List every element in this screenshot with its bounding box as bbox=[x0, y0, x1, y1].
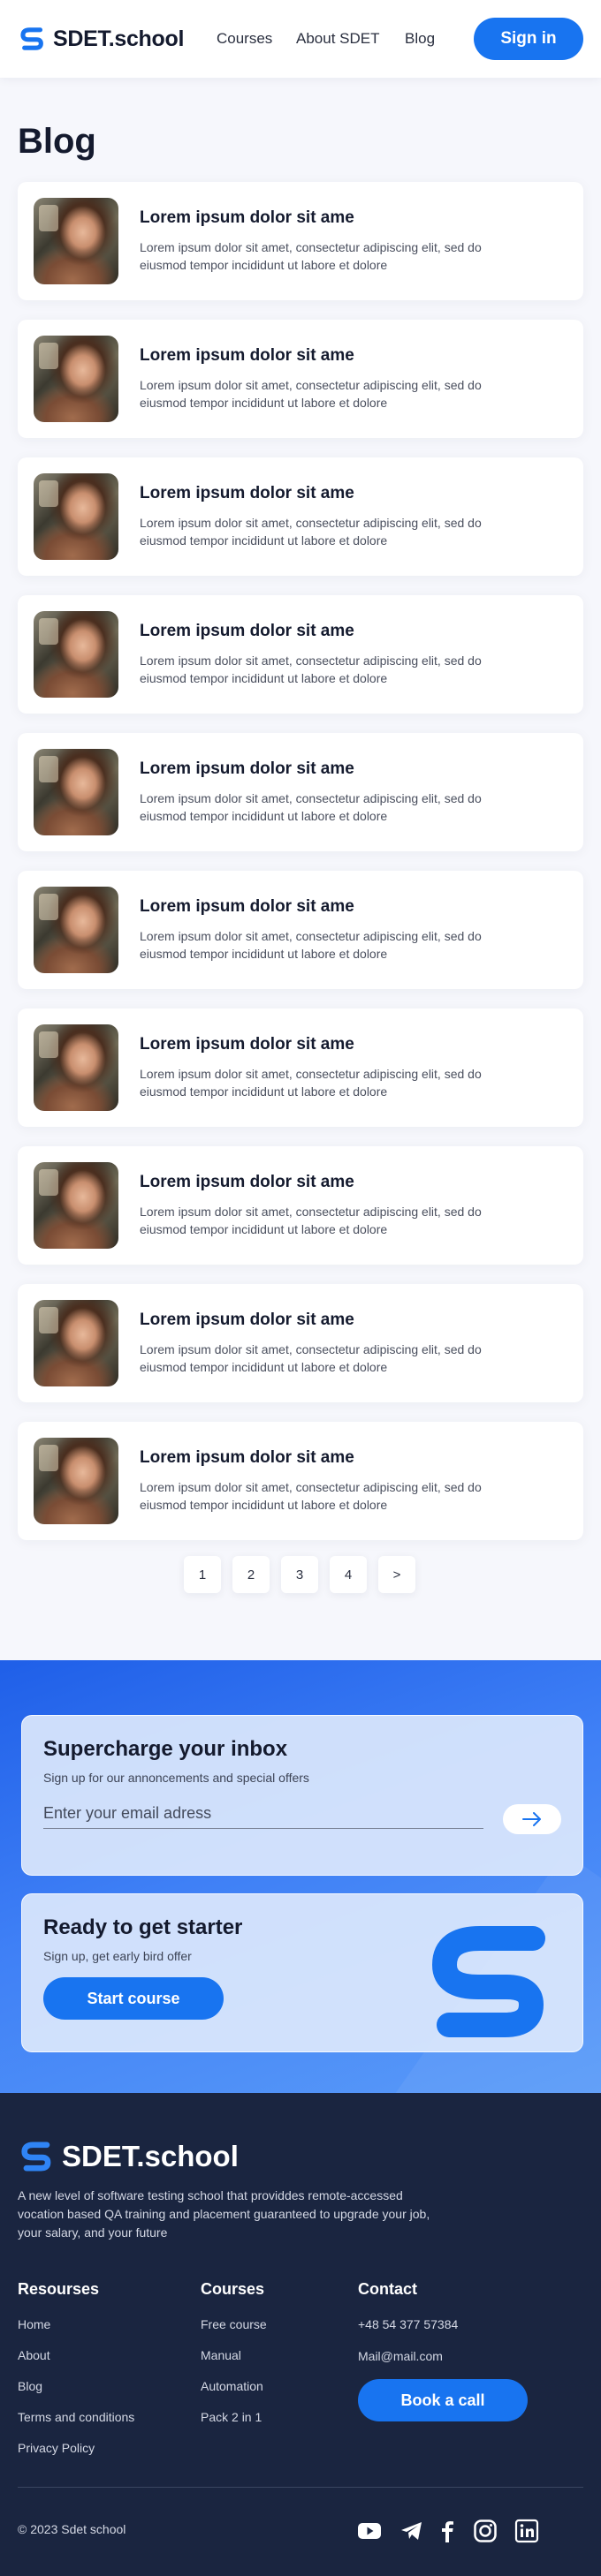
blog-card[interactable]: Lorem ipsum dolor sit ame Lorem ipsum do… bbox=[18, 733, 583, 851]
post-title[interactable]: Lorem ipsum dolor sit ame bbox=[140, 1311, 354, 1330]
blog-card[interactable]: Lorem ipsum dolor sit ame Lorem ipsum do… bbox=[18, 1146, 583, 1265]
footer-link-terms[interactable]: Terms and conditions bbox=[18, 2410, 134, 2424]
page-button-2[interactable]: 2 bbox=[232, 1556, 270, 1593]
sdet-logo-icon bbox=[20, 27, 43, 50]
site-footer: SDET.school A new level of software test… bbox=[0, 2093, 601, 2576]
logo-text: SDET.school bbox=[53, 26, 185, 51]
post-title[interactable]: Lorem ipsum dolor sit ame bbox=[140, 1448, 354, 1468]
next-page-button[interactable]: > bbox=[378, 1556, 415, 1593]
page-button-3[interactable]: 3 bbox=[281, 1556, 318, 1593]
blog-card[interactable]: Lorem ipsum dolor sit ame Lorem ipsum do… bbox=[18, 1422, 583, 1540]
footer-link-manual[interactable]: Manual bbox=[201, 2348, 241, 2362]
page-button-4[interactable]: 4 bbox=[330, 1556, 367, 1593]
post-title[interactable]: Lorem ipsum dolor sit ame bbox=[140, 1173, 354, 1192]
post-excerpt: Lorem ipsum dolor sit amet, consectetur … bbox=[140, 516, 482, 548]
post-excerpt: Lorem ipsum dolor sit amet, consectetur … bbox=[140, 1342, 482, 1374]
contact-phone[interactable]: +48 54 377 57384 bbox=[358, 2317, 458, 2331]
linkedin-icon[interactable] bbox=[514, 2519, 539, 2543]
post-title[interactable]: Lorem ipsum dolor sit ame bbox=[140, 208, 354, 228]
post-excerpt: Lorem ipsum dolor sit amet, consectetur … bbox=[140, 1067, 482, 1099]
post-thumbnail[interactable] bbox=[34, 749, 118, 835]
post-excerpt: Lorem ipsum dolor sit amet, consectetur … bbox=[140, 791, 482, 823]
post-thumbnail[interactable] bbox=[34, 611, 118, 698]
post-title[interactable]: Lorem ipsum dolor sit ame bbox=[140, 622, 354, 641]
post-thumbnail[interactable] bbox=[34, 1162, 118, 1249]
copyright: © 2023 Sdet school bbox=[18, 2522, 126, 2536]
blog-card[interactable]: Lorem ipsum dolor sit ame Lorem ipsum do… bbox=[18, 871, 583, 989]
book-call-button[interactable]: Book a call bbox=[358, 2379, 528, 2421]
post-excerpt: Lorem ipsum dolor sit amet, consectetur … bbox=[140, 240, 482, 272]
post-title[interactable]: Lorem ipsum dolor sit ame bbox=[140, 346, 354, 366]
post-excerpt: Lorem ipsum dolor sit amet, consectetur … bbox=[140, 378, 482, 410]
facebook-icon[interactable] bbox=[435, 2519, 460, 2543]
post-excerpt: Lorem ipsum dolor sit amet, consectetur … bbox=[140, 1205, 482, 1236]
post-thumbnail[interactable] bbox=[34, 473, 118, 560]
footer-link-automation[interactable]: Automation bbox=[201, 2379, 263, 2393]
youtube-icon[interactable] bbox=[357, 2519, 382, 2543]
starter-subtitle: Sign up, get early bird offer bbox=[43, 1949, 192, 1963]
footer-description: A new level of software testing school t… bbox=[18, 2188, 430, 2240]
newsletter-subtitle: Sign up for our annoncements and special… bbox=[43, 1771, 309, 1785]
page-button-1[interactable]: 1 bbox=[184, 1556, 221, 1593]
sdet-logo-icon bbox=[21, 2142, 51, 2172]
blog-card[interactable]: Lorem ipsum dolor sit ame Lorem ipsum do… bbox=[18, 320, 583, 438]
footer-link-free-course[interactable]: Free course bbox=[201, 2317, 267, 2331]
nav-about[interactable]: About SDET bbox=[296, 30, 380, 48]
resources-heading: Resourses bbox=[18, 2280, 100, 2298]
post-thumbnail[interactable] bbox=[34, 198, 118, 284]
post-title[interactable]: Lorem ipsum dolor sit ame bbox=[140, 484, 354, 503]
footer-link-privacy[interactable]: Privacy Policy bbox=[18, 2441, 95, 2455]
blog-card[interactable]: Lorem ipsum dolor sit ame Lorem ipsum do… bbox=[18, 182, 583, 300]
post-title[interactable]: Lorem ipsum dolor sit ame bbox=[140, 759, 354, 779]
starter-title: Ready to get starter bbox=[43, 1915, 243, 1939]
post-thumbnail[interactable] bbox=[34, 1024, 118, 1111]
blog-card[interactable]: Lorem ipsum dolor sit ame Lorem ipsum do… bbox=[18, 1284, 583, 1402]
contact-heading: Contact bbox=[358, 2280, 417, 2298]
post-thumbnail[interactable] bbox=[34, 1300, 118, 1386]
blog-card[interactable]: Lorem ipsum dolor sit ame Lorem ipsum do… bbox=[18, 1008, 583, 1127]
footer-link-home[interactable]: Home bbox=[18, 2317, 50, 2331]
post-thumbnail[interactable] bbox=[34, 336, 118, 422]
site-header: SDET.school Courses About SDET Blog Sign… bbox=[0, 0, 601, 78]
starter-panel: Ready to get starter Sign up, get early … bbox=[21, 1893, 583, 2052]
blog-card[interactable]: Lorem ipsum dolor sit ame Lorem ipsum do… bbox=[18, 457, 583, 576]
post-excerpt: Lorem ipsum dolor sit amet, consectetur … bbox=[140, 653, 482, 685]
email-input[interactable] bbox=[43, 1799, 483, 1829]
footer-divider bbox=[18, 2487, 583, 2488]
sdet-logo-icon bbox=[432, 1926, 545, 2037]
cta-band: Supercharge your inbox Sign up for our a… bbox=[0, 1660, 601, 2093]
newsletter-title: Supercharge your inbox bbox=[43, 1737, 288, 1761]
footer-link-pack[interactable]: Pack 2 in 1 bbox=[201, 2410, 262, 2424]
post-title[interactable]: Lorem ipsum dolor sit ame bbox=[140, 897, 354, 917]
newsletter-panel: Supercharge your inbox Sign up for our a… bbox=[21, 1715, 583, 1876]
sign-in-button[interactable]: Sign in bbox=[474, 18, 583, 60]
footer-link-blog[interactable]: Blog bbox=[18, 2379, 42, 2393]
post-excerpt: Lorem ipsum dolor sit amet, consectetur … bbox=[140, 929, 482, 961]
blog-card[interactable]: Lorem ipsum dolor sit ame Lorem ipsum do… bbox=[18, 595, 583, 714]
footer-logo-text: SDET.school bbox=[62, 2140, 239, 2172]
nav-blog[interactable]: Blog bbox=[405, 30, 435, 48]
contact-email[interactable]: Mail@mail.com bbox=[358, 2349, 443, 2363]
post-thumbnail[interactable] bbox=[34, 887, 118, 973]
footer-link-about[interactable]: About bbox=[18, 2348, 50, 2362]
logo[interactable]: SDET.school bbox=[18, 23, 184, 55]
telegram-icon[interactable] bbox=[399, 2519, 424, 2543]
subscribe-button[interactable] bbox=[503, 1804, 561, 1834]
instagram-icon[interactable] bbox=[473, 2519, 498, 2543]
page-title: Blog bbox=[18, 122, 96, 161]
footer-logo[interactable]: SDET.school bbox=[18, 2137, 239, 2176]
nav-courses[interactable]: Courses bbox=[217, 30, 272, 48]
post-excerpt: Lorem ipsum dolor sit amet, consectetur … bbox=[140, 1480, 482, 1512]
start-course-button[interactable]: Start course bbox=[43, 1977, 224, 2020]
post-title[interactable]: Lorem ipsum dolor sit ame bbox=[140, 1035, 354, 1054]
arrow-right-icon bbox=[522, 1812, 541, 1826]
courses-heading: Courses bbox=[201, 2280, 265, 2298]
post-thumbnail[interactable] bbox=[34, 1438, 118, 1524]
